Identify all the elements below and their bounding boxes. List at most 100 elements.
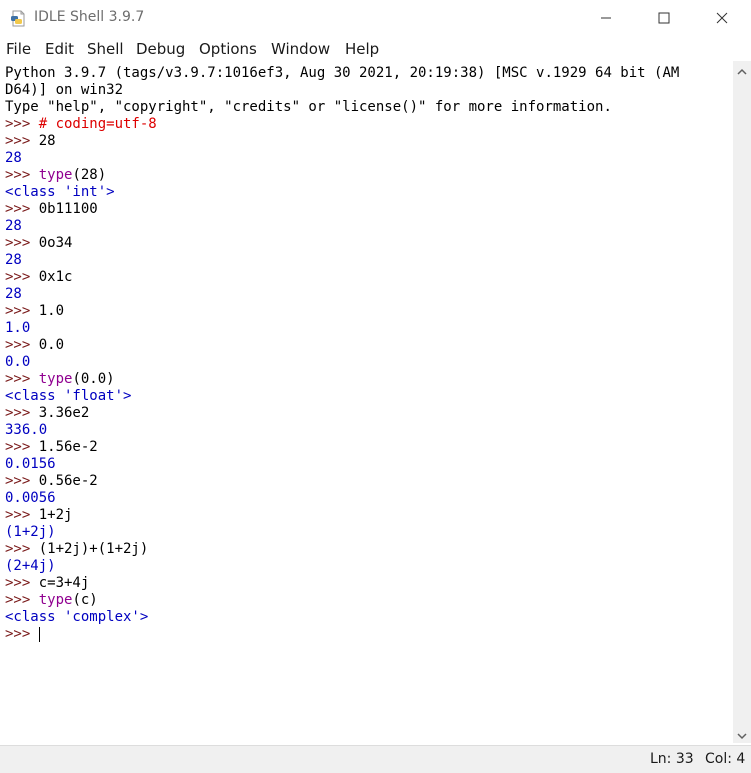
code-comment: # coding=utf-8 <box>38 116 157 132</box>
shell-prompt: >>> <box>5 133 39 149</box>
menu-bar: File Edit Shell Debug Options Window Hel… <box>0 38 751 60</box>
shell-prompt: >>> <box>5 371 39 387</box>
menu-shell[interactable]: Shell <box>87 40 124 58</box>
output-text: 1.0 <box>5 320 31 336</box>
vertical-scrollbar[interactable] <box>733 61 751 743</box>
input-line: >>> 0b11100 <box>5 201 98 218</box>
shell-prompt: >>> <box>5 303 39 319</box>
code-text: 0x1c <box>38 269 73 285</box>
python-file-icon <box>10 10 27 27</box>
input-line: >>> (1+2j)+(1+2j) <box>5 541 148 558</box>
shell-prompt: >>> <box>5 541 39 557</box>
chevron-down-icon <box>737 725 747 744</box>
code-text: (0.0) <box>72 371 115 387</box>
shell-text-area[interactable]: Python 3.9.7 (tags/v3.9.7:1016ef3, Aug 3… <box>0 61 733 743</box>
shell-prompt: >>> <box>5 473 39 489</box>
code-text: (c) <box>72 592 98 608</box>
shell-prompt: >>> <box>5 167 39 183</box>
output-line: (1+2j) <box>5 524 56 541</box>
input-line: >>> 0o34 <box>5 235 72 252</box>
maximize-icon <box>658 9 670 28</box>
chevron-up-icon <box>737 61 747 80</box>
input-line: >>> 0.0 <box>5 337 64 354</box>
menu-debug[interactable]: Debug <box>136 40 185 58</box>
banner-line: Python 3.9.7 (tags/v3.9.7:1016ef3, Aug 3… <box>5 65 680 81</box>
output-line: 0.0156 <box>5 456 56 473</box>
shell-prompt: >>> <box>5 201 39 217</box>
output-line: 0.0 <box>5 354 30 371</box>
output-line: <class 'int'> <box>5 184 115 201</box>
input-line: >>> c=3+4j <box>5 575 89 592</box>
output-text: 0.0156 <box>5 456 56 472</box>
output-text: 28 <box>5 150 22 166</box>
input-line: >>> <box>5 626 40 643</box>
banner-line: D64)] on win32 <box>5 82 124 98</box>
shell-prompt: >>> <box>5 626 39 642</box>
shell-prompt: >>> <box>5 235 39 251</box>
input-line: >>> type(c) <box>5 592 98 609</box>
output-text: 336.0 <box>5 422 48 438</box>
output-line: 336.0 <box>5 422 47 439</box>
code-text: (28) <box>72 167 107 183</box>
output-text: 28 <box>5 286 22 302</box>
input-line: >>> 0.56e-2 <box>5 473 98 490</box>
output-text: (1+2j) <box>5 524 56 540</box>
scroll-up-button[interactable] <box>733 61 751 79</box>
input-line: >>> 28 <box>5 133 56 150</box>
code-text: 0o34 <box>38 235 73 251</box>
input-line: >>> # coding=utf-8 <box>5 116 157 133</box>
banner-line: Type "help", "copyright", "credits" or "… <box>5 99 612 115</box>
output-line: <class 'complex'> <box>5 609 148 626</box>
shell-prompt: >>> <box>5 116 39 132</box>
output-line: 0.0056 <box>5 490 56 507</box>
input-line: >>> type(28) <box>5 167 106 184</box>
output-text: 28 <box>5 252 22 268</box>
menu-file[interactable]: File <box>6 40 31 58</box>
output-text: <class 'float'> <box>5 388 132 404</box>
output-text: <class 'complex'> <box>5 609 149 625</box>
close-icon <box>716 9 728 28</box>
code-text: 1+2j <box>38 507 73 523</box>
input-line: >>> 1+2j <box>5 507 72 524</box>
menu-help[interactable]: Help <box>345 40 379 58</box>
minimize-icon <box>600 9 612 28</box>
shell-prompt: >>> <box>5 507 39 523</box>
code-text: 3.36e2 <box>38 405 90 421</box>
menu-options[interactable]: Options <box>199 40 257 58</box>
output-line: (2+4j) <box>5 558 56 575</box>
output-text: 0.0056 <box>5 490 56 506</box>
scroll-down-button[interactable] <box>733 725 751 743</box>
menu-edit[interactable]: Edit <box>45 40 74 58</box>
output-text: (2+4j) <box>5 558 56 574</box>
builtin-name: type <box>38 592 73 608</box>
shell-prompt: >>> <box>5 592 39 608</box>
code-text: 1.0 <box>38 303 65 319</box>
menu-window[interactable]: Window <box>271 40 330 58</box>
output-text: 28 <box>5 218 22 234</box>
shell-prompt: >>> <box>5 337 39 353</box>
close-button[interactable] <box>693 0 751 37</box>
window-title: IDLE Shell 3.9.7 <box>34 9 145 25</box>
maximize-button[interactable] <box>635 0 693 37</box>
output-line: 28 <box>5 218 22 235</box>
output-line: 1.0 <box>5 320 30 337</box>
input-line: >>> 3.36e2 <box>5 405 89 422</box>
text-cursor <box>38 626 40 642</box>
output-line: 28 <box>5 286 22 303</box>
output-text: <class 'int'> <box>5 184 115 200</box>
line-number-status: Ln: 33 <box>650 751 694 767</box>
title-bar[interactable]: IDLE Shell 3.9.7 <box>0 0 751 37</box>
builtin-name: type <box>38 371 73 387</box>
code-text: 1.56e-2 <box>38 439 98 455</box>
builtin-name: type <box>38 167 73 183</box>
status-bar: Ln: 33 Col: 4 <box>0 745 751 773</box>
code-text: (1+2j)+(1+2j) <box>38 541 149 557</box>
shell-prompt: >>> <box>5 575 39 591</box>
output-line: 28 <box>5 150 22 167</box>
input-line: >>> 1.56e-2 <box>5 439 98 456</box>
shell-prompt: >>> <box>5 269 39 285</box>
minimize-button[interactable] <box>577 0 635 37</box>
shell-prompt: >>> <box>5 439 39 455</box>
input-line: >>> 0x1c <box>5 269 72 286</box>
code-text: 0.56e-2 <box>38 473 98 489</box>
